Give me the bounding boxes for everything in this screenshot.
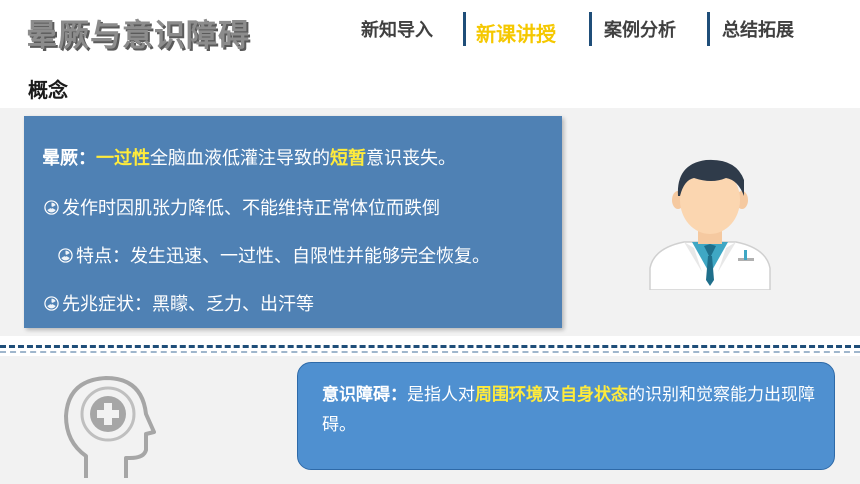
nav-separator: [589, 12, 592, 46]
syncope-bullet: 发作时因肌张力降低、不能维持正常体位而跌倒: [44, 194, 440, 220]
syncope-keyword-short: 短暂: [330, 148, 366, 169]
syncope-keyword-transient: 一过性: [96, 148, 150, 169]
consciousness-term: 意识障碍：: [322, 385, 407, 405]
section-label: 概念: [28, 78, 68, 102]
syncope-bullet-features: 特点：发生迅速、一过性、自限性并能够完全恢复。: [76, 246, 490, 267]
radiation-bullet-icon: [44, 296, 59, 311]
radiation-bullet-icon: [44, 200, 59, 215]
syncope-definition: 晕厥：一过性全脑血液低灌注导致的短暂意识丧失。: [42, 144, 456, 170]
slide: 晕厥与意识障碍 新知导入 新课讲授 案例分析 总结拓展 概念 晕厥：一过性全脑血…: [0, 0, 860, 484]
head-plus-icon: [64, 376, 156, 478]
consciousness-text-and: 及: [543, 385, 560, 405]
consciousness-keyword-environment: 周围环境: [475, 385, 543, 405]
syncope-term: 晕厥：: [42, 148, 96, 169]
syncope-bullet: 先兆症状：黑矇、乏力、出汗等: [44, 290, 314, 316]
radiation-bullet-icon: [58, 248, 73, 263]
syncope-text-end: 意识丧失。: [366, 148, 456, 169]
consciousness-text: 是指人对: [407, 385, 475, 405]
doctor-avatar-icon: [649, 159, 771, 290]
tab-new-lesson[interactable]: 新课讲授: [476, 18, 556, 47]
tab-summary[interactable]: 总结拓展: [722, 16, 794, 42]
nav-separator: [463, 12, 466, 46]
consciousness-definition: 意识障碍：是指人对周围环境及自身状态的识别和觉察能力出现障碍。: [322, 380, 822, 440]
syncope-bullet-fall: 发作时因肌张力降低、不能维持正常体位而跌倒: [62, 198, 440, 219]
syncope-bullet-prodrome: 先兆症状：黑矇、乏力、出汗等: [62, 294, 314, 315]
tab-new-knowledge[interactable]: 新知导入: [361, 16, 433, 42]
dashed-divider: [0, 345, 860, 348]
syncope-bullet: 特点：发生迅速、一过性、自限性并能够完全恢复。: [58, 242, 490, 268]
tab-case-analysis[interactable]: 案例分析: [604, 16, 676, 42]
nav-bar: 新知导入 新课讲授 案例分析 总结拓展: [0, 10, 860, 50]
dashed-divider-light: [0, 351, 860, 353]
syncope-text: 全脑血液低灌注导致的: [150, 148, 330, 169]
consciousness-keyword-self: 自身状态: [560, 385, 628, 405]
nav-separator: [707, 12, 710, 46]
